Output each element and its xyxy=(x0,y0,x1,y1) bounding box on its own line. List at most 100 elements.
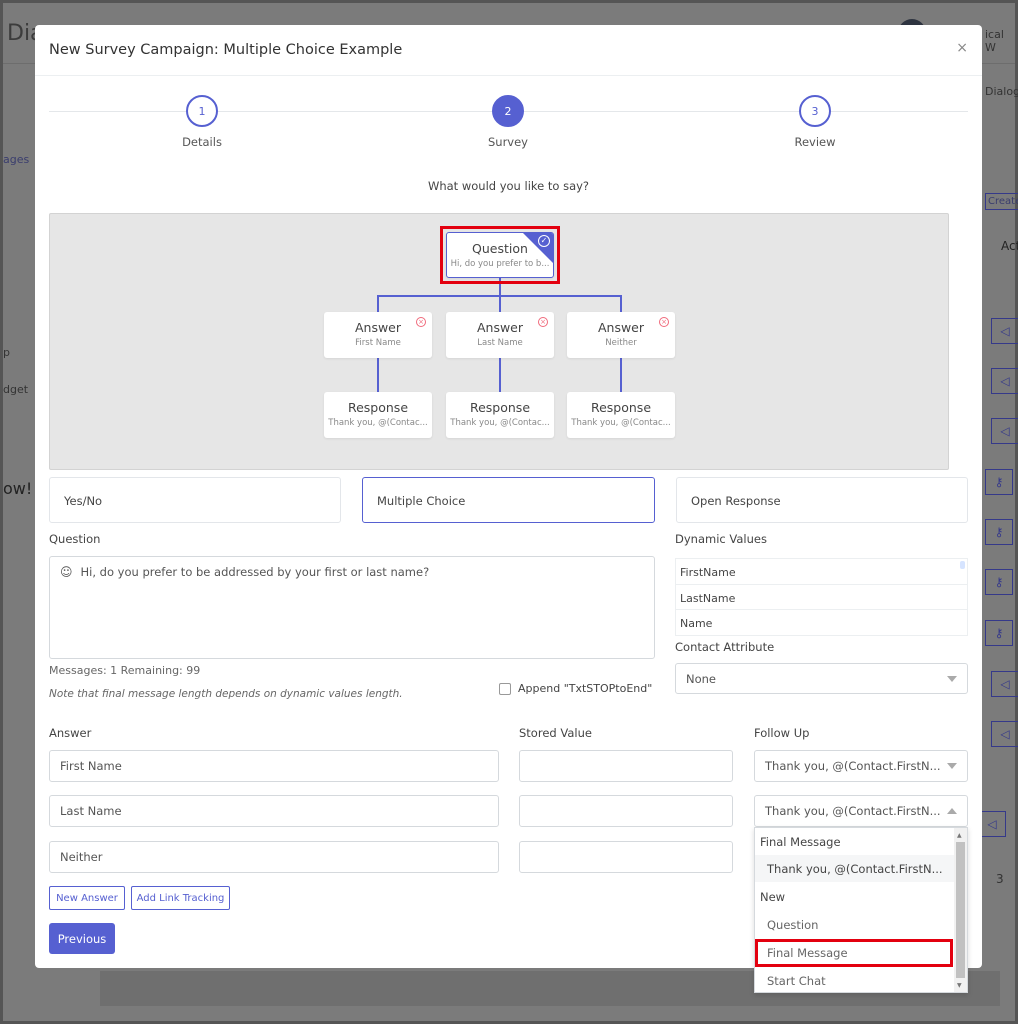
highlight-box xyxy=(440,226,560,284)
nav-item[interactable]: ages xyxy=(3,153,29,166)
stored-value-input[interactable] xyxy=(519,795,733,827)
connector xyxy=(620,295,622,312)
answer-node[interactable]: × Answer Neither xyxy=(567,312,675,358)
add-link-tracking-button[interactable]: Add Link Tracking xyxy=(131,886,230,910)
follow-up-select[interactable]: Thank you, @(Contact.FirstN... xyxy=(754,750,968,782)
step-label: Review xyxy=(794,135,836,149)
scroll-down-icon[interactable]: ▼ xyxy=(957,982,962,989)
node-subtitle: Last Name xyxy=(477,338,523,348)
answer-input[interactable]: Last Name xyxy=(49,795,499,827)
dropdown-group-label: Final Message xyxy=(760,835,841,849)
actions-header: Act xyxy=(1001,239,1018,253)
answer-node[interactable]: × Answer Last Name xyxy=(446,312,554,358)
new-answer-button[interactable]: New Answer xyxy=(49,886,125,910)
key-icon[interactable]: ⚷ xyxy=(985,569,1013,595)
create-button[interactable]: Create xyxy=(985,193,1018,210)
highlight-box xyxy=(755,939,953,967)
stored-value-header: Stored Value xyxy=(519,726,592,740)
modal-title: New Survey Campaign: Multiple Choice Exa… xyxy=(49,42,403,58)
contact-attribute-select[interactable]: None xyxy=(675,663,968,694)
node-title: Response xyxy=(347,400,409,415)
chevron-up-icon xyxy=(947,808,957,814)
dynamic-values-label: Dynamic Values xyxy=(675,532,767,546)
send-icon[interactable]: ◁ xyxy=(991,721,1018,747)
answer-input[interactable]: First Name xyxy=(49,750,499,782)
node-subtitle: Neither xyxy=(605,338,637,348)
response-node[interactable]: Response Thank you, @(Contac... xyxy=(324,392,432,438)
contact-attribute-label: Contact Attribute xyxy=(675,640,775,654)
step-label: Details xyxy=(182,135,222,149)
question-textarea[interactable]: ☺ Hi, do you prefer to be addressed by y… xyxy=(49,556,655,659)
user-name: ical W xyxy=(985,28,1004,54)
question-text: Hi, do you prefer to be addressed by you… xyxy=(80,565,430,579)
selected-value: Thank you, @(Contact.FirstN... xyxy=(765,804,941,818)
dropdown-group-label: New xyxy=(760,890,786,904)
send-icon[interactable]: ◁ xyxy=(978,811,1006,837)
send-icon[interactable]: ◁ xyxy=(991,318,1018,344)
stored-value-input[interactable] xyxy=(519,750,733,782)
connector xyxy=(499,358,501,392)
scrollbar[interactable] xyxy=(960,561,965,569)
length-note: Note that final message length depends o… xyxy=(49,688,403,700)
stored-value-input[interactable] xyxy=(519,841,733,873)
previous-button[interactable]: Previous xyxy=(49,923,115,954)
type-open-response[interactable]: Open Response xyxy=(676,477,968,523)
step-survey[interactable]: 2 xyxy=(492,95,524,127)
scrollbar-thumb[interactable] xyxy=(956,842,965,978)
emoji-icon[interactable]: ☺ xyxy=(60,565,73,579)
key-icon[interactable]: ⚷ xyxy=(985,620,1013,646)
key-icon[interactable]: ⚷ xyxy=(985,519,1013,545)
key-icon[interactable]: ⚷ xyxy=(985,469,1013,495)
type-multiple-choice[interactable]: Multiple Choice xyxy=(362,477,655,523)
step-label: Survey xyxy=(487,135,528,149)
connector xyxy=(499,295,501,312)
step-details[interactable]: 1 xyxy=(186,95,218,127)
node-subtitle: Thank you, @(Contac... xyxy=(450,418,550,428)
question-label: Question xyxy=(49,532,101,546)
dialog-tab[interactable]: Dialog xyxy=(985,85,1018,98)
response-node[interactable]: Response Thank you, @(Contac... xyxy=(567,392,675,438)
send-icon[interactable]: ◁ xyxy=(991,671,1018,697)
dynamic-value-item[interactable]: LastName xyxy=(676,585,967,610)
scroll-up-icon[interactable]: ▲ xyxy=(957,832,962,839)
dropdown-option[interactable]: Question xyxy=(755,911,955,938)
answer-input[interactable]: Neither xyxy=(49,841,499,873)
page-number[interactable]: 3 xyxy=(996,872,1004,886)
answer-node[interactable]: × Answer First Name xyxy=(324,312,432,358)
step-review[interactable]: 3 xyxy=(799,95,831,127)
dynamic-values-list: FirstName LastName Name xyxy=(675,558,968,636)
nav-item[interactable]: p xyxy=(3,346,10,359)
dynamic-value-item[interactable]: Name xyxy=(676,610,967,635)
chevron-down-icon xyxy=(947,675,957,682)
messages-info: Messages: 1 Remaining: 99 xyxy=(49,664,201,677)
dropdown-option[interactable]: Thank you, @(Contact.FirstN... xyxy=(755,855,955,882)
response-node[interactable]: Response Thank you, @(Contac... xyxy=(446,392,554,438)
remove-icon[interactable]: × xyxy=(416,317,426,327)
survey-flow-canvas: ✓ Question Hi, do you prefer to b... × A… xyxy=(49,213,949,470)
selected-value: None xyxy=(686,671,717,686)
node-subtitle: Thank you, @(Contac... xyxy=(571,418,671,428)
type-yes-no[interactable]: Yes/No xyxy=(49,477,341,523)
connector xyxy=(377,295,379,312)
send-icon[interactable]: ◁ xyxy=(991,368,1018,394)
append-checkbox[interactable] xyxy=(499,683,511,695)
connector xyxy=(377,358,379,392)
node-subtitle: Thank you, @(Contac... xyxy=(328,418,428,428)
header-divider xyxy=(35,75,982,76)
nav-item[interactable]: dget xyxy=(3,383,28,396)
connector xyxy=(620,358,622,392)
node-title: Response xyxy=(590,400,652,415)
scrollbar[interactable]: ▲ ▼ xyxy=(954,828,967,992)
node-subtitle: First Name xyxy=(355,338,401,348)
dynamic-value-item[interactable]: FirstName xyxy=(676,559,967,585)
remove-icon[interactable]: × xyxy=(659,317,669,327)
close-icon[interactable]: × xyxy=(956,40,968,56)
answer-header: Answer xyxy=(49,726,92,740)
follow-up-header: Follow Up xyxy=(754,726,810,740)
dropdown-option[interactable]: Start Chat xyxy=(755,967,955,994)
remove-icon[interactable]: × xyxy=(538,317,548,327)
follow-up-dropdown-menu: Final Message Thank you, @(Contact.First… xyxy=(754,827,968,993)
send-icon[interactable]: ◁ xyxy=(991,418,1018,444)
banner-text: ow! xyxy=(3,479,33,498)
follow-up-select-open[interactable]: Thank you, @(Contact.FirstN... xyxy=(754,795,968,827)
